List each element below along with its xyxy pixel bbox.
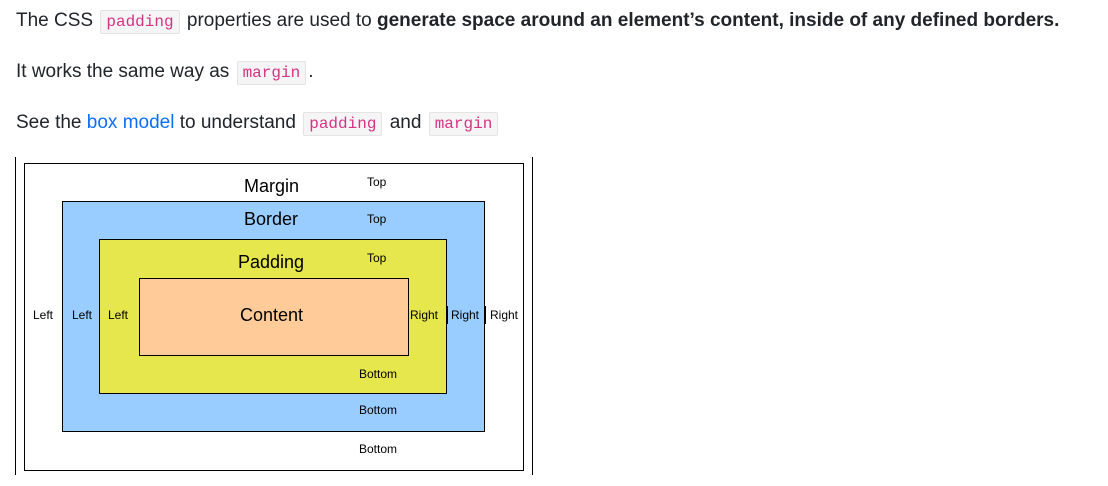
same-way-text: It works the same way as bbox=[16, 61, 230, 82]
code-padding-2: padding bbox=[303, 112, 383, 136]
padding-label: Padding bbox=[238, 252, 305, 272]
period: . bbox=[308, 61, 314, 82]
padding-bottom-label: Bottom bbox=[359, 367, 398, 381]
intro-bold-text: generate space around an element’s conte… bbox=[377, 10, 1060, 31]
border-right-label: Right bbox=[451, 308, 480, 322]
border-top-label: Top bbox=[367, 212, 387, 226]
margin-right-label: Right bbox=[490, 308, 519, 322]
border-label: Border bbox=[244, 209, 299, 229]
diagram-right-edge bbox=[532, 157, 533, 475]
margin-area bbox=[24, 163, 524, 471]
see-text: See the bbox=[16, 112, 82, 133]
content-area bbox=[139, 278, 409, 356]
padding-left-label: Left bbox=[108, 308, 129, 322]
margin-bottom-label: Bottom bbox=[359, 442, 398, 456]
code-padding: padding bbox=[100, 10, 180, 34]
padding-top-label: Top bbox=[367, 251, 387, 265]
intro-text-mid: properties are used to bbox=[186, 10, 372, 31]
border-left-label: Left bbox=[72, 308, 93, 322]
padding-right-label: Right bbox=[410, 308, 439, 322]
box-model-link[interactable]: box model bbox=[87, 112, 175, 133]
border-area bbox=[62, 201, 485, 432]
left-separator-1 bbox=[62, 306, 63, 324]
margin-left-label: Left bbox=[33, 308, 54, 322]
code-margin: margin bbox=[236, 61, 307, 85]
margin-label: Margin bbox=[244, 176, 300, 196]
diagram-left-edge bbox=[15, 157, 16, 475]
margin-top-label: Top bbox=[367, 175, 387, 189]
intro-paragraph: The CSS padding properties are used to g… bbox=[16, 8, 1059, 35]
box-model-paragraph: See the box model to understand padding … bbox=[16, 110, 500, 137]
same-way-paragraph: It works the same way as margin. bbox=[16, 59, 313, 86]
padding-area bbox=[99, 239, 447, 394]
intro-text: The CSS bbox=[16, 10, 94, 31]
right-separator-1 bbox=[447, 306, 448, 324]
understand-text: to understand bbox=[179, 112, 296, 133]
left-separator-2 bbox=[99, 306, 100, 324]
code-margin-2: margin bbox=[428, 112, 499, 136]
border-bottom-label: Bottom bbox=[359, 403, 398, 417]
right-separator-2 bbox=[485, 306, 486, 324]
content-label: Content bbox=[240, 305, 304, 325]
and-text: and bbox=[389, 112, 422, 133]
